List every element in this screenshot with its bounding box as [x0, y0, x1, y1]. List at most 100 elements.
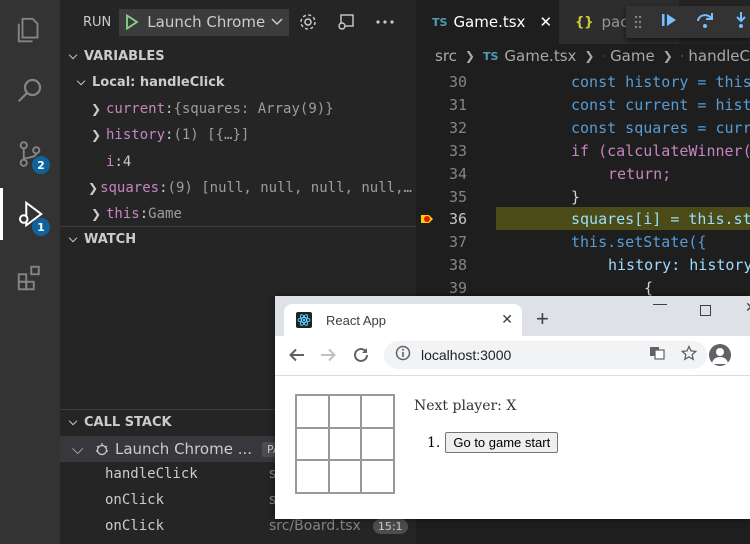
variable-i[interactable]: i : 4: [60, 149, 416, 175]
code-line[interactable]: 38 history: history: [416, 253, 750, 276]
chevron-right-icon: ❯: [90, 128, 102, 142]
chrome-window: React App ✕ + ✕ localhost:3000: [275, 296, 750, 519]
breadcrumb-component[interactable]: Game: [610, 47, 655, 65]
frame-name: handleClick: [105, 466, 198, 482]
board-square[interactable]: [328, 427, 362, 461]
bookmark-star-icon[interactable]: [680, 344, 698, 365]
translate-icon[interactable]: [649, 345, 665, 365]
board-square[interactable]: [328, 395, 362, 428]
board-square[interactable]: [296, 460, 329, 493]
extensions-icon[interactable]: [0, 248, 60, 308]
chrome-toolbar: localhost:3000: [275, 336, 750, 376]
new-tab-icon[interactable]: +: [536, 308, 549, 330]
debug-console-icon[interactable]: [334, 10, 358, 34]
reload-icon[interactable]: [352, 346, 370, 368]
code-line-current[interactable]: 36 squares[i] = this.st: [416, 207, 750, 230]
close-icon[interactable]: ✕: [539, 13, 552, 31]
variable-value: Game: [148, 206, 182, 222]
move-list-item: 1. Go to game start: [427, 432, 559, 453]
address-bar[interactable]: localhost:3000: [384, 341, 707, 369]
more-actions-icon[interactable]: [373, 10, 397, 34]
info-icon[interactable]: [395, 345, 411, 365]
breadcrumb: src ❯ TS Game.tsx ❯ Game ❯ handleC: [416, 44, 750, 68]
chevron-down-icon: [271, 18, 283, 26]
line-code: }: [571, 187, 581, 206]
variable-current[interactable]: ❯ current : {squares: Array(9)}: [60, 96, 416, 122]
variable-name: squares: [100, 180, 160, 196]
breadcrumb-method[interactable]: handleC: [688, 47, 750, 65]
run-debug-icon[interactable]: 1: [0, 184, 60, 244]
tab-file-type: TS: [432, 15, 448, 29]
line-code: const current = hist: [571, 95, 750, 114]
method-icon: [681, 54, 684, 58]
tab-label: pac: [601, 13, 629, 31]
board-square[interactable]: [296, 427, 329, 461]
local-scope[interactable]: ⌵ Local: handleClick: [60, 70, 416, 94]
variable-squares[interactable]: ❯ squares : (9) [null, null, null, null,…: [60, 175, 416, 201]
board-square[interactable]: [361, 427, 394, 461]
code-line[interactable]: 33 if (calculateWinner(: [416, 139, 750, 162]
profile-avatar-icon[interactable]: [709, 344, 731, 366]
source-control-icon[interactable]: 2: [0, 124, 60, 184]
gear-icon[interactable]: [296, 10, 320, 34]
line-code: this.setState({: [571, 232, 707, 251]
line-number: 39: [448, 278, 467, 297]
variable-name: current: [106, 101, 166, 117]
callstack-session-name: Launch Chrome ...: [115, 440, 252, 458]
maximize-icon[interactable]: [700, 305, 711, 316]
board-square[interactable]: [296, 395, 329, 428]
board-square[interactable]: [328, 460, 362, 493]
chevron-down-icon: ⌵: [68, 49, 78, 62]
code-line[interactable]: 35 }: [416, 185, 750, 208]
run-label: RUN: [83, 14, 112, 30]
variable-name: history: [106, 127, 166, 143]
code-line[interactable]: 37 this.setState({: [416, 230, 750, 253]
launch-config-select[interactable]: Launch Chrome: [119, 8, 290, 36]
watch-section-header[interactable]: ⌵ WATCH: [60, 227, 416, 251]
drag-handle-icon[interactable]: [634, 11, 646, 33]
chrome-tab[interactable]: React App ✕: [284, 304, 522, 336]
launch-config-name: Launch Chrome: [147, 13, 266, 31]
chevron-right-icon: ❯: [584, 49, 595, 63]
code-line[interactable]: 32 const squares = curr: [416, 116, 750, 139]
continue-icon[interactable]: [660, 11, 678, 33]
debug-session-icon: [96, 443, 108, 456]
chevron-right-icon: ❯: [90, 102, 102, 116]
back-icon[interactable]: [288, 346, 306, 368]
step-into-icon[interactable]: [732, 11, 750, 33]
variables-header: VARIABLES: [84, 48, 165, 64]
line-number: 33: [448, 141, 467, 160]
game-board: [295, 394, 395, 494]
debug-toolbar: [626, 6, 750, 38]
board-square[interactable]: [361, 460, 394, 493]
variables-section-header[interactable]: ⌵ VARIABLES: [60, 44, 416, 68]
variable-name: this: [106, 206, 140, 222]
minimize-icon[interactable]: [653, 304, 667, 305]
code-line[interactable]: 34 return;: [416, 162, 750, 185]
forward-icon[interactable]: [319, 346, 337, 368]
web-page: Next player: X 1. Go to game start: [275, 376, 750, 519]
tab-file-type: {}: [575, 14, 594, 30]
tab-game-tsx[interactable]: TS Game.tsx ✕: [416, 0, 559, 44]
search-icon[interactable]: [0, 60, 60, 120]
line-number: 30: [448, 72, 467, 91]
breadcrumb-file[interactable]: Game.tsx: [504, 47, 576, 65]
start-debugging-icon[interactable]: [125, 14, 139, 30]
breadcrumb-folder[interactable]: src: [435, 47, 457, 65]
board-square[interactable]: [361, 395, 394, 428]
code-line[interactable]: 31 const current = hist: [416, 93, 750, 116]
line-number: 37: [448, 232, 467, 251]
go-to-move-button[interactable]: Go to game start: [445, 432, 559, 453]
code-line[interactable]: 30 const history = this: [416, 70, 750, 93]
close-window-icon[interactable]: ✕: [745, 300, 750, 316]
variable-history[interactable]: ❯ history : (1) [{…}]: [60, 122, 416, 148]
variable-this[interactable]: ❯ this : Game: [60, 201, 416, 227]
close-icon[interactable]: ✕: [501, 312, 513, 328]
chevron-down-icon: ⌵: [68, 232, 78, 245]
chevron-down-icon: ⌵: [68, 415, 78, 428]
step-over-icon[interactable]: [695, 11, 715, 33]
line-code: history: history: [608, 255, 750, 274]
line-number: 32: [448, 118, 467, 137]
class-icon: [602, 55, 605, 57]
explorer-icon[interactable]: [0, 0, 60, 60]
